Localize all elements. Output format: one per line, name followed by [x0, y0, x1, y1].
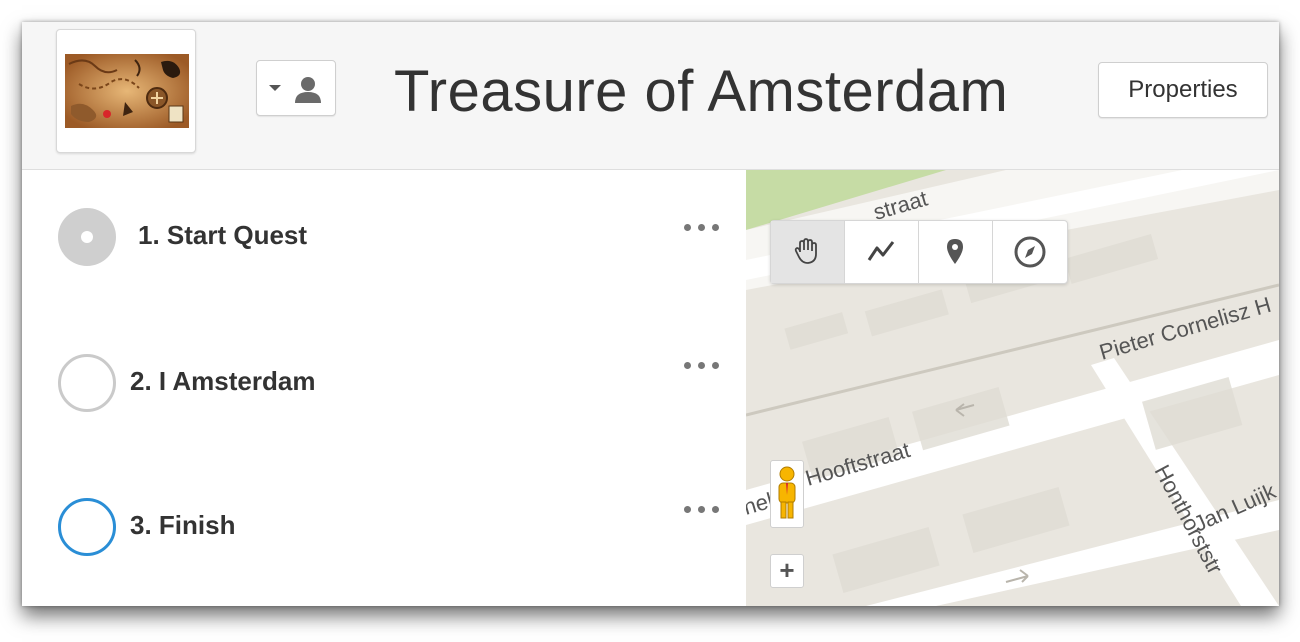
hand-tool-button[interactable]	[771, 221, 845, 283]
chevron-down-icon	[269, 85, 281, 91]
more-icon[interactable]	[682, 500, 722, 520]
properties-button[interactable]: Properties	[1098, 62, 1268, 118]
user-icon	[295, 77, 321, 103]
step-list: 1. Start Quest 2. I Amsterdam 3. Finish	[22, 170, 746, 606]
pin-tool-button[interactable]	[919, 221, 993, 283]
hand-icon	[794, 238, 817, 264]
step-status-icon[interactable]	[58, 354, 116, 412]
step-label: 2. I Amsterdam	[130, 366, 316, 396]
list-item[interactable]: 3. Finish	[22, 490, 746, 570]
zoom-in-button[interactable]: +	[770, 554, 804, 588]
user-menu-button[interactable]	[256, 60, 336, 116]
page-title: Treasure of Amsterdam	[394, 59, 1009, 124]
more-icon[interactable]	[682, 356, 722, 376]
map-view[interactable]: straat Pieter Cornelisz H Hooftstraat ne…	[746, 170, 1279, 606]
step-dot	[81, 231, 93, 243]
header-bar: Treasure of Amsterdam Properties	[22, 22, 1279, 170]
quest-thumbnail[interactable]	[56, 29, 196, 153]
list-item[interactable]: 2. I Amsterdam	[22, 346, 746, 426]
list-item[interactable]: 1. Start Quest	[22, 200, 746, 280]
compass-icon	[1014, 236, 1046, 268]
app-window: Treasure of Amsterdam Properties 1. Star…	[22, 22, 1279, 606]
pegman-control[interactable]	[770, 460, 804, 528]
route-tool-button[interactable]	[845, 221, 919, 283]
map-toolbar	[770, 220, 1068, 284]
compass-tool-button[interactable]	[993, 221, 1066, 283]
more-icon[interactable]	[682, 218, 722, 238]
treasure-map-thumbnail	[65, 54, 189, 128]
pin-icon	[947, 239, 963, 264]
route-icon	[867, 241, 895, 261]
step-status-icon[interactable]	[58, 208, 116, 266]
step-status-icon[interactable]	[58, 498, 116, 556]
step-label: 1. Start Quest	[138, 220, 308, 250]
step-label: 3. Finish	[130, 510, 236, 540]
pegman-icon	[778, 466, 796, 519]
